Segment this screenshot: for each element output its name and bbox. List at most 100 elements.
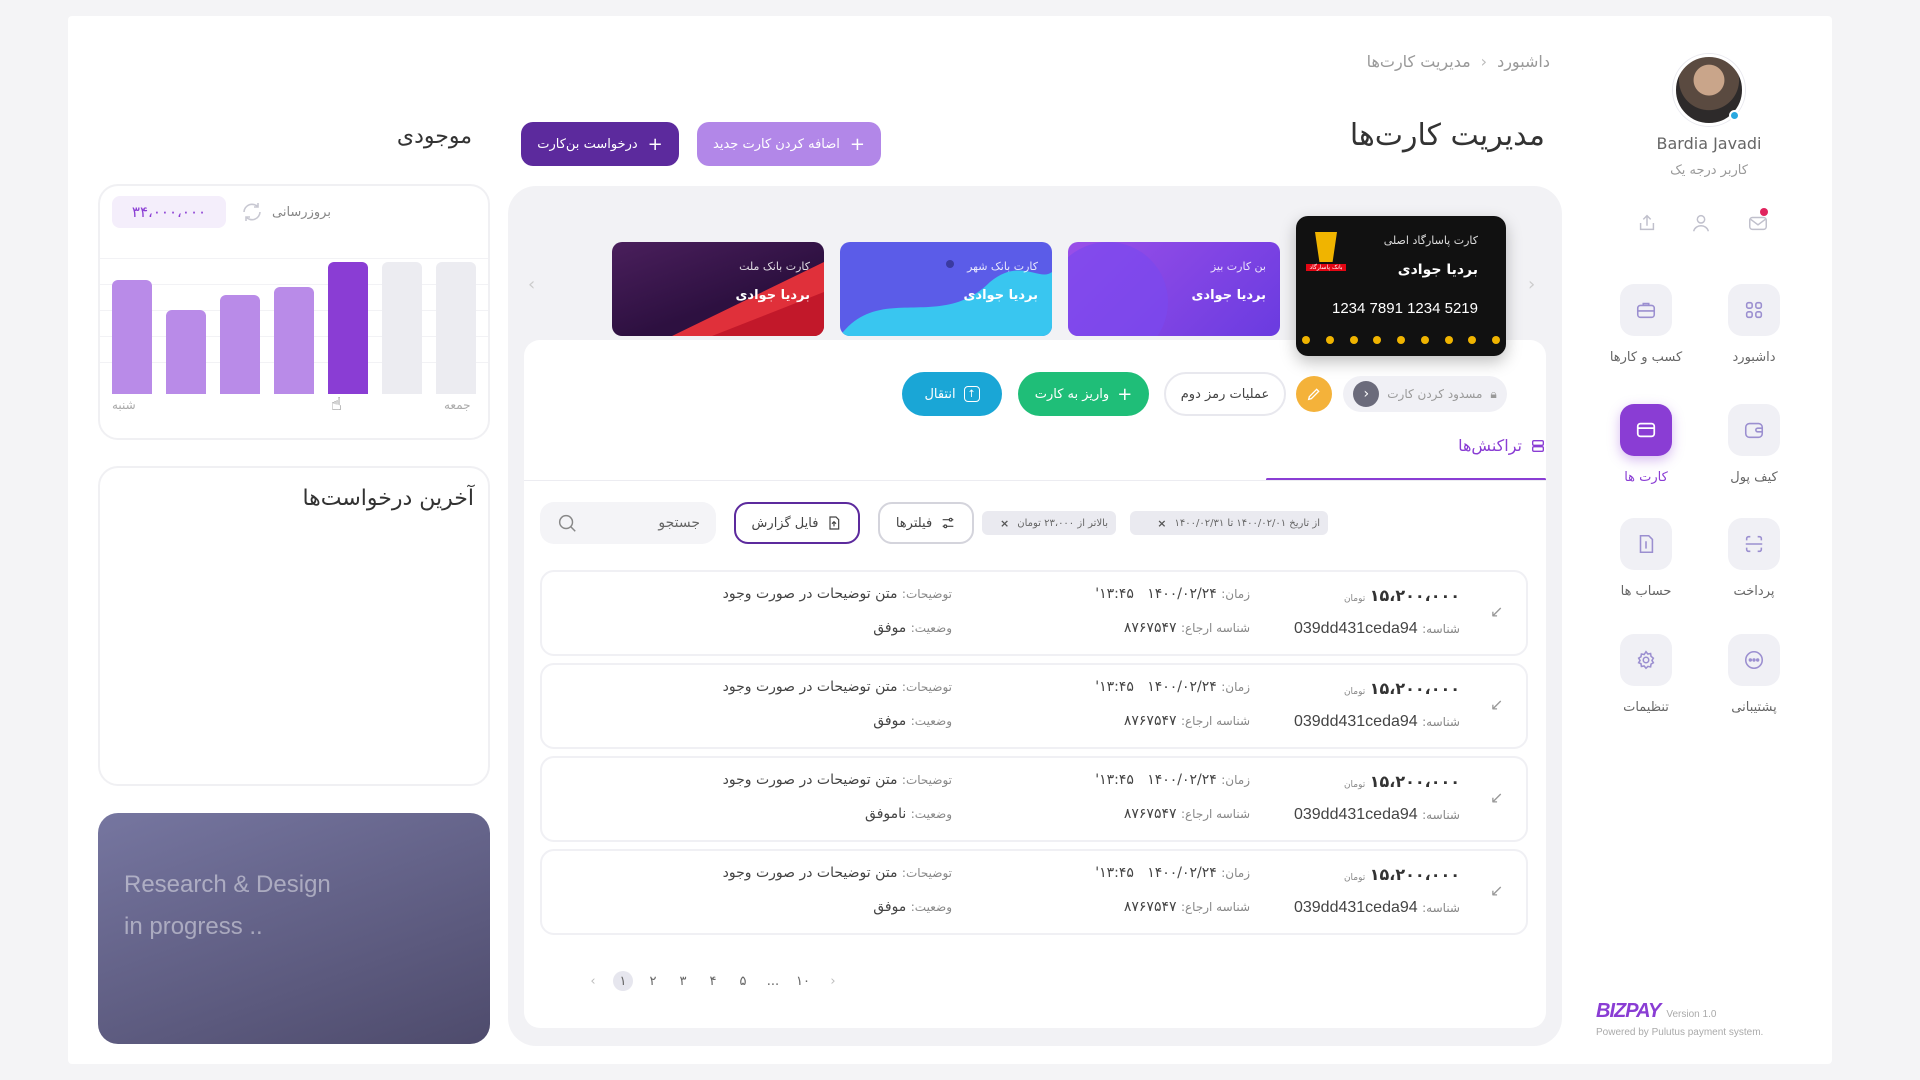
search-input[interactable]: جستجو bbox=[540, 502, 716, 544]
tx-id: 039dd431ceda94 bbox=[1293, 713, 1418, 730]
chevron-left-icon[interactable]: ‹ bbox=[578, 970, 608, 992]
page-number[interactable]: ۱ bbox=[608, 970, 638, 992]
breadcrumb-home[interactable]: داشبورد bbox=[1497, 52, 1550, 71]
tx-status-key: وضعیت: bbox=[910, 807, 952, 821]
chip-amount-label: بالاتر از ۲۳،۰۰۰ تومان bbox=[1017, 517, 1108, 529]
tx-amount-cell: ۱۵،۲۰۰،۰۰۰ تومان bbox=[1344, 679, 1460, 698]
balance-bar[interactable] bbox=[112, 280, 152, 394]
tx-time-key: زمان: bbox=[1221, 773, 1250, 787]
page-number[interactable]: ۳ bbox=[668, 970, 698, 992]
card-pasargad[interactable]: کارت پاسارگاد اصلی بردیا جوادی بانک پاسا… bbox=[1296, 216, 1506, 356]
balance-bar[interactable] bbox=[220, 295, 260, 394]
tx-status-cell: وضعیت: موفق bbox=[873, 620, 952, 636]
balance-bar[interactable] bbox=[382, 262, 422, 394]
tx-amount: ۱۵،۲۰۰،۰۰۰ bbox=[1369, 865, 1460, 884]
sidebar-item[interactable]: حساب ها bbox=[1596, 518, 1696, 599]
sidebar-item[interactable]: کسب و کارها bbox=[1596, 284, 1696, 365]
plus-icon: + bbox=[647, 133, 663, 155]
tx-desc-key: توضیحات: bbox=[901, 773, 952, 787]
second-password-button[interactable]: عملیات رمز دوم bbox=[1164, 372, 1286, 416]
edit-card-button[interactable] bbox=[1296, 376, 1332, 412]
tx-unit: تومان bbox=[1343, 687, 1366, 697]
latest-requests-card bbox=[98, 466, 490, 786]
tx-status-key: وضعیت: bbox=[910, 900, 952, 914]
tx-status: موفق bbox=[873, 899, 907, 915]
card-title: کارت بانک ملت bbox=[739, 260, 810, 273]
user-icon[interactable] bbox=[1686, 208, 1716, 238]
add-card-button[interactable]: + اضافه کردن کارت جدید bbox=[697, 122, 881, 166]
lock-icon: 🔒︎ bbox=[1490, 386, 1497, 401]
tx-ref-cell: شناسه ارجاع: ۸۷۶۷۵۴۷ bbox=[1124, 620, 1250, 636]
tx-time-cell: زمان: ۱۴۰۰/۰۲/۲۴ ۱۳:۴۵' bbox=[1095, 586, 1250, 602]
transaction-row[interactable]: ↙ ۱۵،۲۰۰،۰۰۰ تومان شناسه: 039dd431ceda94 زم… bbox=[540, 849, 1528, 935]
mail-icon[interactable] bbox=[1743, 208, 1773, 238]
bank-logo: بانک پاسارگاد bbox=[1306, 232, 1346, 284]
block-card-toggle[interactable]: 🔒︎ مسدود کردن کارت ‹ bbox=[1343, 376, 1507, 412]
tx-desc: متن توضیحات در صورت وجود bbox=[722, 865, 898, 881]
chevron-left-icon[interactable]: ‹ bbox=[528, 274, 535, 295]
tx-time-cell: زمان: ۱۴۰۰/۰۲/۲۴ ۱۳:۴۵' bbox=[1095, 865, 1250, 881]
tx-status: موفق bbox=[873, 620, 907, 636]
balance-bar[interactable] bbox=[328, 262, 368, 394]
report-file-label: فایل گزارش bbox=[751, 515, 819, 531]
tx-time: ۱۴۰۰/۰۲/۲۴ ۱۳:۴۵' bbox=[1095, 865, 1217, 881]
second-password-label: عملیات رمز دوم bbox=[1180, 386, 1270, 402]
share-icon[interactable] bbox=[1632, 208, 1662, 238]
tx-status-key: وضعیت: bbox=[910, 714, 952, 728]
tx-time: ۱۴۰۰/۰۲/۲۴ ۱۳:۴۵' bbox=[1095, 679, 1217, 695]
transfer-button[interactable]: ↑ انتقال bbox=[902, 372, 1002, 416]
card-title: کارت بانک شهر bbox=[967, 260, 1038, 273]
page-number[interactable]: ... bbox=[758, 970, 788, 992]
sidebar-item[interactable]: کارت ها bbox=[1596, 404, 1696, 485]
tx-id-key: شناسه: bbox=[1422, 901, 1460, 915]
deposit-label: واریز به کارت bbox=[1034, 386, 1110, 402]
tx-ref-cell: شناسه ارجاع: ۸۷۶۷۵۴۷ bbox=[1124, 806, 1250, 822]
transaction-row[interactable]: ↙ ۱۵،۲۰۰،۰۰۰ تومان شناسه: 039dd431ceda94 زم… bbox=[540, 663, 1528, 749]
card-icon bbox=[1620, 404, 1672, 456]
transaction-row[interactable]: ↙ ۱۵،۲۰۰،۰۰۰ تومان شناسه: 039dd431ceda94 زم… bbox=[540, 756, 1528, 842]
request-card-button[interactable]: + درخواست بن‌کارت bbox=[521, 122, 679, 166]
tx-time-cell: زمان: ۱۴۰۰/۰۲/۲۴ ۱۳:۴۵' bbox=[1095, 772, 1250, 788]
balance-bar[interactable] bbox=[166, 310, 206, 394]
card-mellat[interactable]: کارت بانک ملت بردیا جوادی bbox=[612, 242, 824, 336]
bank-logo-text: بانک پاسارگاد bbox=[1306, 264, 1346, 271]
page-number[interactable]: ۲ bbox=[638, 970, 668, 992]
report-file-button[interactable]: فایل گزارش bbox=[734, 502, 860, 544]
transaction-row[interactable]: ↙ ۱۵،۲۰۰،۰۰۰ تومان شناسه: 039dd431ceda94 زم… bbox=[540, 570, 1528, 656]
page-number[interactable]: ۵ bbox=[728, 970, 758, 992]
page-number[interactable]: ۴ bbox=[698, 970, 728, 992]
tx-id-cell: شناسه: 039dd431ceda94 bbox=[1294, 713, 1460, 731]
sidebar-item[interactable]: پشتیبانی bbox=[1704, 634, 1804, 715]
arrow-down-left-icon: ↙ bbox=[1490, 788, 1504, 807]
tx-unit: تومان bbox=[1343, 594, 1366, 604]
tx-id-cell: شناسه: 039dd431ceda94 bbox=[1294, 806, 1460, 824]
chevron-right-icon[interactable]: › bbox=[818, 970, 848, 992]
day-label-last: جمعه bbox=[444, 398, 471, 412]
sidebar-item-label: پشتیبانی bbox=[1731, 700, 1777, 715]
card-title: بن کارت بیز bbox=[1210, 260, 1266, 273]
balance-bar[interactable] bbox=[274, 287, 314, 394]
page-number-label: ۱ bbox=[613, 971, 633, 991]
deposit-button[interactable]: + واریز به کارت bbox=[1018, 372, 1149, 416]
transfer-label: انتقال bbox=[924, 386, 956, 402]
tx-id-key: شناسه: bbox=[1422, 808, 1460, 822]
page-number[interactable]: ۱۰ bbox=[788, 970, 818, 992]
sidebar-item[interactable]: داشبورد bbox=[1704, 284, 1804, 365]
close-icon[interactable]: × bbox=[1000, 517, 1009, 530]
sidebar-item[interactable]: کیف پول bbox=[1704, 404, 1804, 485]
balance-bar[interactable] bbox=[436, 262, 476, 394]
card-biz[interactable]: بن کارت بیز بردیا جوادی bbox=[1068, 242, 1280, 336]
tx-time: ۱۴۰۰/۰۲/۲۴ ۱۳:۴۵' bbox=[1095, 586, 1217, 602]
card-number: 1234 7891 1234 5219 bbox=[1332, 300, 1478, 317]
sidebar-item[interactable]: پرداخت bbox=[1704, 518, 1804, 599]
chevron-right-icon[interactable]: › bbox=[1528, 274, 1535, 295]
arrow-down-left-icon: ↙ bbox=[1490, 881, 1504, 900]
card-shahr[interactable]: کارت بانک شهر بردیا جوادی bbox=[840, 242, 1052, 336]
tx-id: 039dd431ceda94 bbox=[1293, 899, 1418, 916]
sidebar-item[interactable]: تنظیمات bbox=[1596, 634, 1696, 715]
refresh-button[interactable]: بروزرسانی bbox=[240, 200, 331, 224]
close-icon[interactable]: × bbox=[1157, 517, 1166, 530]
breadcrumb: داشبورد ‹ مدیریت کارت‌ها bbox=[1310, 52, 1550, 71]
tab-transactions[interactable]: تراکنش‌ها bbox=[1424, 436, 1546, 455]
filters-button[interactable]: فیلترها bbox=[878, 502, 974, 544]
